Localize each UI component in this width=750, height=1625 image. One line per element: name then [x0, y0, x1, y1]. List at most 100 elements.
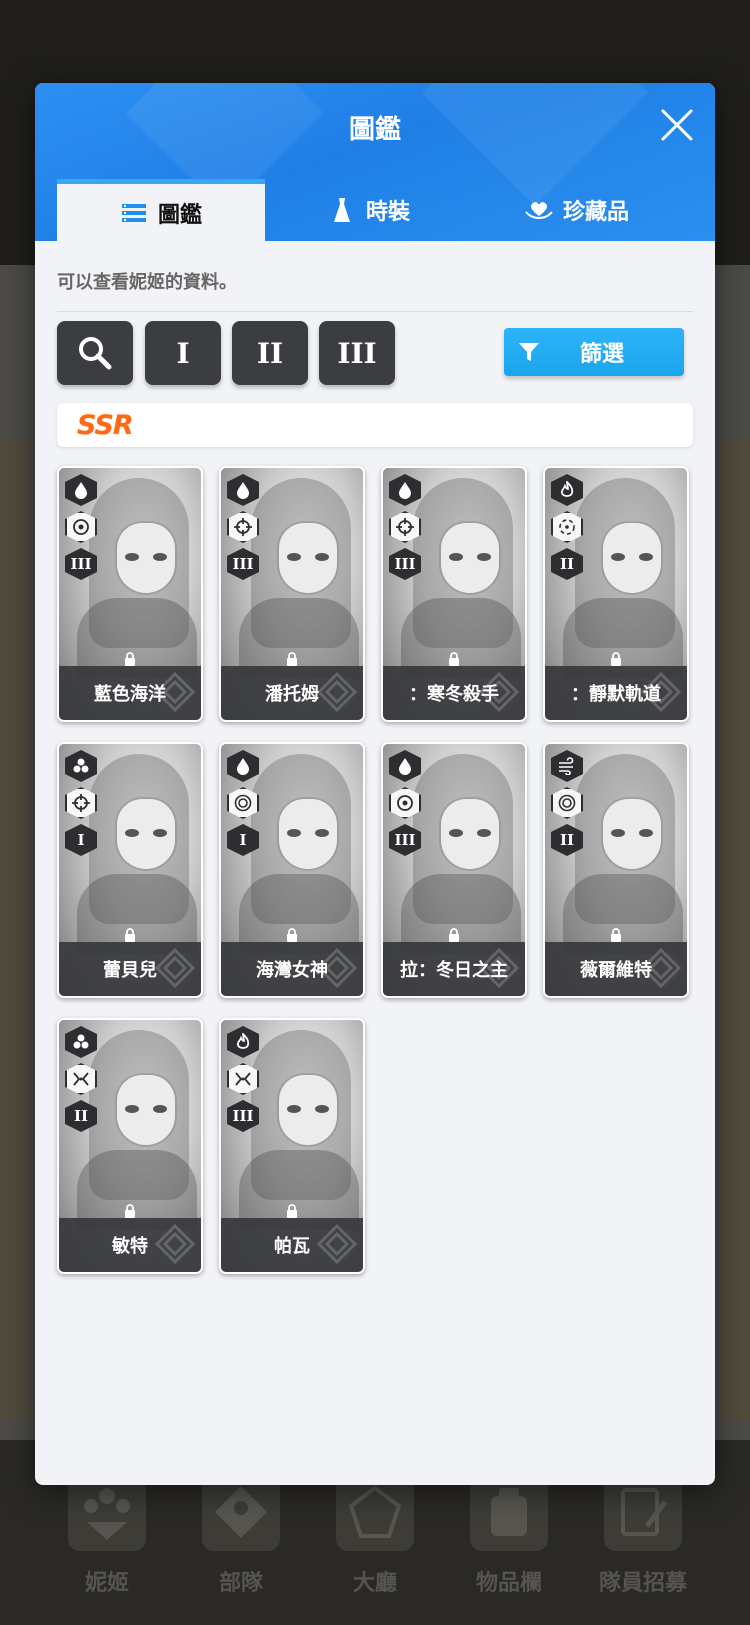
character-badges: II — [551, 750, 583, 856]
character-card[interactable]: II 薇爾維特 — [543, 742, 689, 998]
nav-label: 妮姬 — [84, 1571, 129, 1596]
plate-emblem-icon — [154, 947, 196, 989]
tab-bar: 圖鑑 時裝 珍藏品 — [57, 179, 715, 241]
ring-target-icon — [227, 787, 259, 819]
water-drop-icon — [389, 474, 421, 506]
character-card[interactable]: III 帕瓦 — [219, 1018, 365, 1274]
character-name: 帕瓦 — [274, 1236, 310, 1257]
character-badges: I — [227, 750, 259, 856]
spread-icon — [227, 1063, 259, 1095]
description-text: 可以查看妮姬的資料。 — [57, 272, 237, 293]
burst-badge: I — [227, 824, 259, 856]
lock-icon — [285, 1203, 299, 1218]
water-drop-icon — [227, 750, 259, 782]
rarity-header: SSR — [57, 403, 693, 447]
tab-codex[interactable]: 圖鑑 — [57, 179, 265, 241]
filter-button[interactable]: 篩選 — [504, 328, 684, 376]
burst-badge: I — [65, 824, 97, 856]
iron-icon — [65, 1026, 97, 1058]
name-plate: 敏特 — [59, 1218, 201, 1272]
character-badges: III — [389, 474, 421, 580]
character-name: 拉：冬日之主 — [400, 960, 508, 981]
lock-icon — [123, 1203, 137, 1218]
nav-label: 大廳 — [352, 1571, 397, 1596]
water-drop-icon — [389, 750, 421, 782]
lock-icon — [123, 651, 137, 666]
search-button[interactable] — [57, 321, 133, 385]
background-edge-right — [720, 440, 750, 1420]
target-dot-icon — [389, 787, 421, 819]
character-card[interactable]: I 蕾貝兒 — [57, 742, 203, 998]
burst-filter-2-button[interactable]: II — [232, 321, 308, 385]
name-plate: 蕾貝兒 — [59, 942, 201, 996]
nav-item-inventory[interactable]: 物品欄 — [444, 1473, 574, 1597]
character-card[interactable]: III 藍色海洋 — [57, 466, 203, 722]
burst-level: I — [239, 831, 247, 849]
nav-item-lobby[interactable]: 大廳 — [310, 1473, 440, 1597]
crosshair-icon — [227, 511, 259, 543]
burst-level: III — [232, 1107, 254, 1125]
scope-icon — [551, 511, 583, 543]
plate-emblem-icon — [316, 671, 358, 713]
name-plate: ：寒冬殺手 — [383, 666, 525, 720]
burst-badge: III — [227, 1100, 259, 1132]
burst-level: III — [70, 555, 92, 573]
list-icon — [121, 203, 146, 222]
plate-emblem-icon — [154, 1223, 196, 1265]
water-drop-icon — [65, 474, 97, 506]
iron-icon — [65, 750, 97, 782]
burst-level: III — [394, 555, 416, 573]
target-dot-icon — [65, 511, 97, 543]
name-plate: 潘托姆 — [221, 666, 363, 720]
heart-hands-icon — [525, 202, 553, 220]
divider — [57, 311, 693, 312]
character-badges: III — [389, 750, 421, 856]
nav-item-recruit[interactable]: 隊員招募 — [578, 1473, 708, 1597]
character-name: 潘托姆 — [265, 684, 319, 705]
character-name: ：寒冬殺手 — [409, 684, 499, 705]
character-grid: III 藍色海洋 III 潘托姆 III ：寒冬殺手 II ：靜默軌道 I 蕾貝兒 I 海灣女神 III… — [57, 466, 689, 1274]
wind-icon — [551, 750, 583, 782]
lock-icon — [285, 651, 299, 666]
background-edge-left — [0, 440, 30, 1420]
nav-item-squad[interactable]: 部隊 — [176, 1473, 306, 1597]
character-card[interactable]: III 潘托姆 — [219, 466, 365, 722]
ring-target-icon — [551, 787, 583, 819]
name-plate: 帕瓦 — [221, 1218, 363, 1272]
spread-icon — [65, 1063, 97, 1095]
name-plate: 海灣女神 — [221, 942, 363, 996]
character-card[interactable]: I 海灣女神 — [219, 742, 365, 998]
tab-costume[interactable]: 時裝 — [265, 179, 473, 241]
tab-label: 時裝 — [365, 200, 410, 225]
character-card[interactable]: II 敏特 — [57, 1018, 203, 1274]
character-name: 薇爾維特 — [580, 960, 652, 981]
lock-icon — [123, 927, 137, 942]
close-button[interactable] — [657, 105, 697, 145]
character-badges: III — [65, 474, 97, 580]
character-card[interactable]: III ：寒冬殺手 — [381, 466, 527, 722]
character-name: ：靜默軌道 — [571, 684, 661, 705]
character-name: 蕾貝兒 — [103, 960, 157, 981]
fire-icon — [551, 474, 583, 506]
burst-label: I — [176, 336, 190, 370]
burst-badge: II — [551, 548, 583, 580]
tab-collection[interactable]: 珍藏品 — [473, 179, 681, 241]
lock-icon — [447, 651, 461, 666]
burst-level: I — [77, 831, 85, 849]
crosshair-icon — [389, 511, 421, 543]
name-plate: ：靜默軌道 — [545, 666, 687, 720]
character-card[interactable]: II ：靜默軌道 — [543, 466, 689, 722]
character-card[interactable]: III 拉：冬日之主 — [381, 742, 527, 998]
burst-level: III — [232, 555, 254, 573]
character-name: 藍色海洋 — [94, 684, 166, 705]
burst-filter-1-button[interactable]: I — [145, 321, 221, 385]
nav-item-nikke[interactable]: 妮姬 — [42, 1473, 172, 1597]
burst-badge: III — [389, 548, 421, 580]
name-plate: 拉：冬日之主 — [383, 942, 525, 996]
burst-filter-3-button[interactable]: III — [319, 321, 395, 385]
dress-icon — [333, 198, 350, 222]
burst-badge: III — [65, 548, 97, 580]
nav-label: 隊員招募 — [598, 1571, 687, 1596]
burst-badge: II — [65, 1100, 97, 1132]
dialog-title: 圖鑑 — [348, 115, 401, 145]
